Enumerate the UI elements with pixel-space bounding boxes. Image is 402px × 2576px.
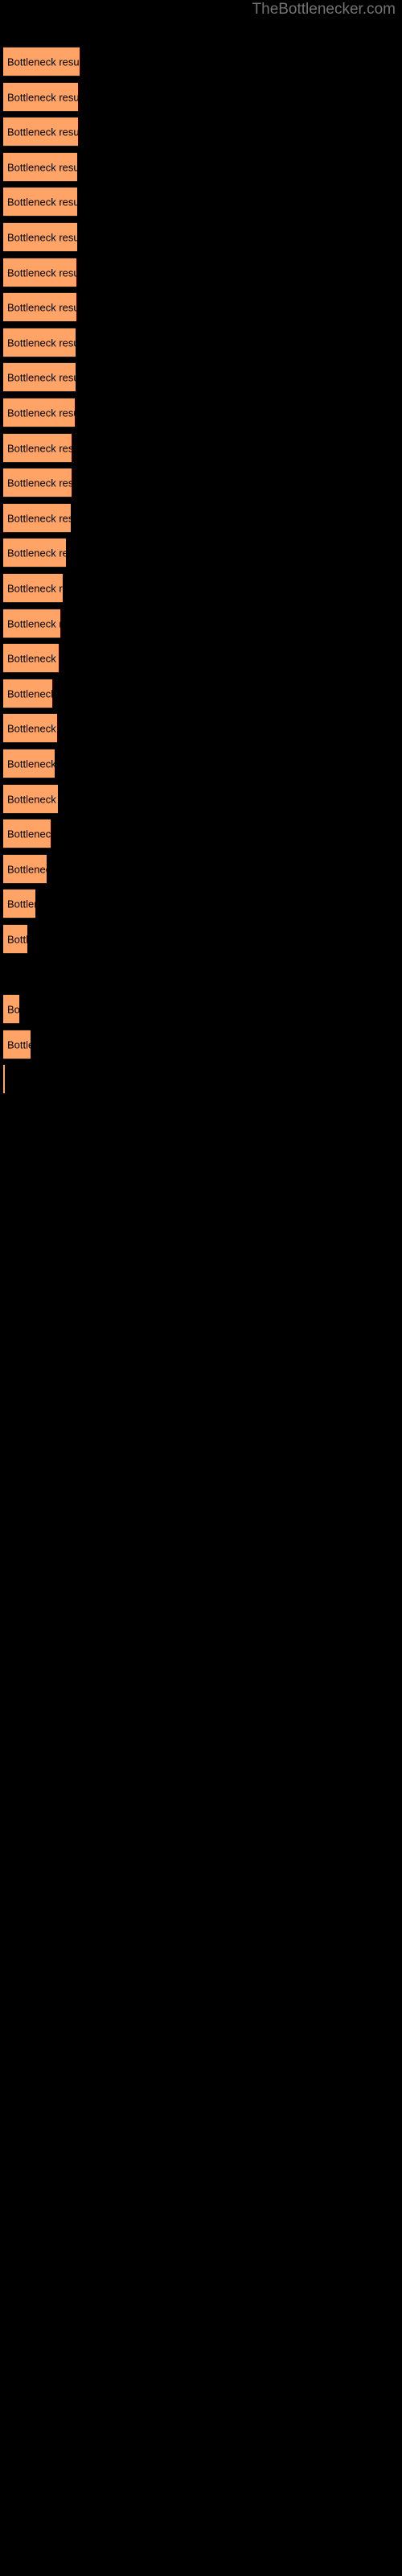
bar[interactable]: Bottleneck result — [3, 503, 71, 533]
bar-label: Bottleneck result — [7, 582, 63, 594]
bar[interactable]: Bottleneck result — [3, 784, 58, 814]
bar-row: Bottleneck result — [0, 152, 402, 182]
bar-label: Bottleneck result — [7, 1038, 31, 1051]
bar-row: Bottleneck result — [0, 889, 402, 919]
bar-row: Bottleneck result — [0, 679, 402, 708]
bar-label: Bottleneck result — [7, 266, 76, 279]
bar[interactable]: Bottleneck result — [3, 258, 76, 287]
bar-label: Bottleneck result — [7, 1003, 19, 1015]
bar-row: Bottleneck result — [0, 924, 402, 954]
plot-area: Bottleneck result Bottleneck result Bottle… — [0, 0, 402, 2576]
bar[interactable]: Bottleneck result — [3, 713, 57, 743]
bar-row: Bottleneck result — [0, 187, 402, 217]
bar-label: Bottleneck result — [7, 231, 77, 243]
bar-row: Bottleneck result — [0, 433, 402, 463]
bar-row: Bottleneck result — [0, 784, 402, 814]
bar-label: Bottleneck result — [7, 56, 80, 68]
bar-row: Bottleneck result — [0, 854, 402, 884]
bar[interactable]: Bottleneck result — [3, 609, 60, 638]
bar-row: Bottleneck result — [0, 503, 402, 533]
bar[interactable]: Bottleneck result — [3, 1064, 5, 1094]
bar[interactable]: Bottleneck result — [3, 643, 59, 673]
bar-row: Bottleneck result — [0, 468, 402, 497]
bar[interactable]: Bottleneck result — [3, 187, 77, 217]
bar-row: Bottleneck result — [0, 994, 402, 1024]
bar-label: Bottleneck result — [7, 126, 78, 138]
bar-label: Bottleneck result — [7, 91, 78, 103]
bar-label: Bottleneck result — [7, 828, 51, 840]
bar[interactable]: Bottleneck result — [3, 819, 51, 848]
bar-row: Bottleneck result — [0, 1030, 402, 1059]
bar-row: Bottleneck result — [0, 538, 402, 568]
bar-label: Bottleneck result — [7, 407, 75, 419]
bar-label: Bottleneck result — [7, 477, 72, 489]
bar-label: Bottleneck result — [7, 758, 55, 770]
bar[interactable]: Bottleneck result — [3, 292, 76, 322]
bar-label: Bottleneck result — [7, 617, 60, 630]
bar[interactable]: Bottleneck result — [3, 538, 66, 568]
bar[interactable]: Bottleneck result — [3, 924, 27, 954]
bar-row: Bottleneck result — [0, 819, 402, 848]
bar-label: Bottleneck result — [7, 512, 71, 524]
bar-row: Bottleneck result — [0, 47, 402, 76]
bar[interactable]: Bottleneck result — [3, 398, 75, 427]
bar-row: Bottleneck result — [0, 222, 402, 252]
bar-label: Bottleneck result — [7, 371, 76, 383]
bottleneck-chart-root: TheBottlenecker.com Bottleneck result Bot… — [0, 0, 402, 2576]
bar-row: Bottleneck result — [0, 713, 402, 743]
bar-label: Bottleneck result — [7, 442, 72, 454]
bar-label: Bottleneck result — [7, 722, 57, 734]
bar[interactable]: Bottleneck result — [3, 433, 72, 463]
bar[interactable]: Bottleneck result — [3, 468, 72, 497]
bar-label: Bottleneck result — [7, 687, 52, 700]
bar-row: Bottleneck result — [0, 292, 402, 322]
bar[interactable]: Bottleneck result — [3, 1030, 31, 1059]
bar-label: Bottleneck result — [7, 933, 27, 945]
bar-row: Bottleneck result — [0, 643, 402, 673]
bar-row: Bottleneck result — [0, 960, 402, 989]
bar-label: Bottleneck result — [7, 547, 66, 559]
bar-label: Bottleneck result — [7, 161, 77, 173]
bar[interactable]: Bottleneck result — [3, 117, 78, 147]
bar-row: Bottleneck result — [0, 117, 402, 147]
bar-label: Bottleneck result — [7, 898, 35, 910]
bar-label: Bottleneck result — [7, 793, 58, 805]
bar-row: Bottleneck result — [0, 609, 402, 638]
bar-row: Bottleneck result — [0, 82, 402, 112]
bar[interactable]: Bottleneck result — [3, 679, 52, 708]
bar-row: Bottleneck result — [0, 258, 402, 287]
bar[interactable]: Bottleneck result — [3, 854, 47, 884]
bar-label: Bottleneck result — [7, 196, 77, 208]
bar[interactable]: Bottleneck result — [3, 152, 77, 182]
bar[interactable]: Bottleneck result — [3, 47, 80, 76]
bar-label: Bottleneck result — [7, 301, 76, 313]
bar[interactable]: Bottleneck result — [3, 222, 77, 252]
bar[interactable]: Bottleneck result — [3, 749, 55, 778]
bar[interactable]: Bottleneck result — [3, 889, 35, 919]
bar-row: Bottleneck result — [0, 328, 402, 357]
bar-row: Bottleneck result — [0, 362, 402, 392]
bar-row: Bottleneck result — [0, 1064, 402, 1094]
bar[interactable]: Bottleneck result — [3, 994, 19, 1024]
bar-label: Bottleneck result — [7, 652, 59, 664]
bar[interactable]: Bottleneck result — [3, 328, 76, 357]
bar[interactable]: Bottleneck result — [3, 362, 76, 392]
bar-label: Bottleneck result — [7, 863, 47, 875]
bar[interactable]: Bottleneck result — [3, 82, 78, 112]
bar-label: Bottleneck result — [7, 336, 76, 349]
bar-row: Bottleneck result — [0, 573, 402, 603]
bar-row: Bottleneck result — [0, 749, 402, 778]
bar[interactable]: Bottleneck result — [3, 573, 63, 603]
bar-row: Bottleneck result — [0, 398, 402, 427]
